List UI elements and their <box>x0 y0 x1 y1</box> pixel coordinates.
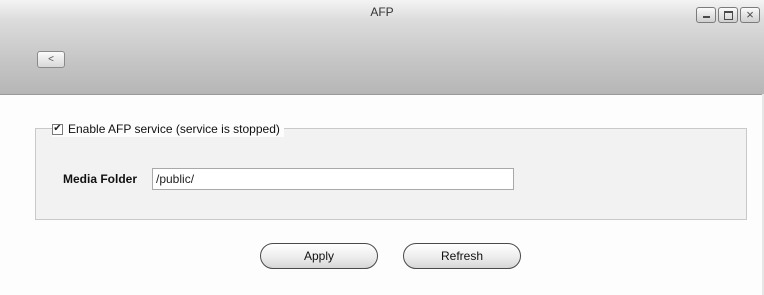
media-folder-label: Media Folder <box>63 172 138 186</box>
apply-button-label: Apply <box>303 249 335 263</box>
checkmark-icon: ✔ <box>53 123 62 134</box>
enable-afp-label: Enable AFP service (service is stopped) <box>68 122 280 136</box>
refresh-button[interactable]: Refresh <box>403 243 521 269</box>
apply-button[interactable]: Apply <box>260 243 378 269</box>
close-button[interactable]: × <box>740 7 760 23</box>
maximize-icon[interactable] <box>718 7 738 23</box>
window-controls: × <box>696 7 760 23</box>
media-folder-input[interactable] <box>152 168 514 190</box>
refresh-button-label: Refresh <box>440 249 484 263</box>
close-icon: × <box>746 7 754 22</box>
afp-window: AFP × < ✔ Enable AFP service (service is… <box>0 0 764 295</box>
enable-afp-checkbox[interactable]: ✔ <box>52 123 63 135</box>
enable-afp-option[interactable]: ✔ Enable AFP service (service is stopped… <box>52 121 284 137</box>
chevron-left-icon: < <box>48 53 54 65</box>
back-button[interactable]: < <box>37 51 65 68</box>
title-bar: AFP × < <box>0 0 764 95</box>
minimize-icon[interactable] <box>696 7 716 23</box>
window-title: AFP <box>370 5 394 19</box>
